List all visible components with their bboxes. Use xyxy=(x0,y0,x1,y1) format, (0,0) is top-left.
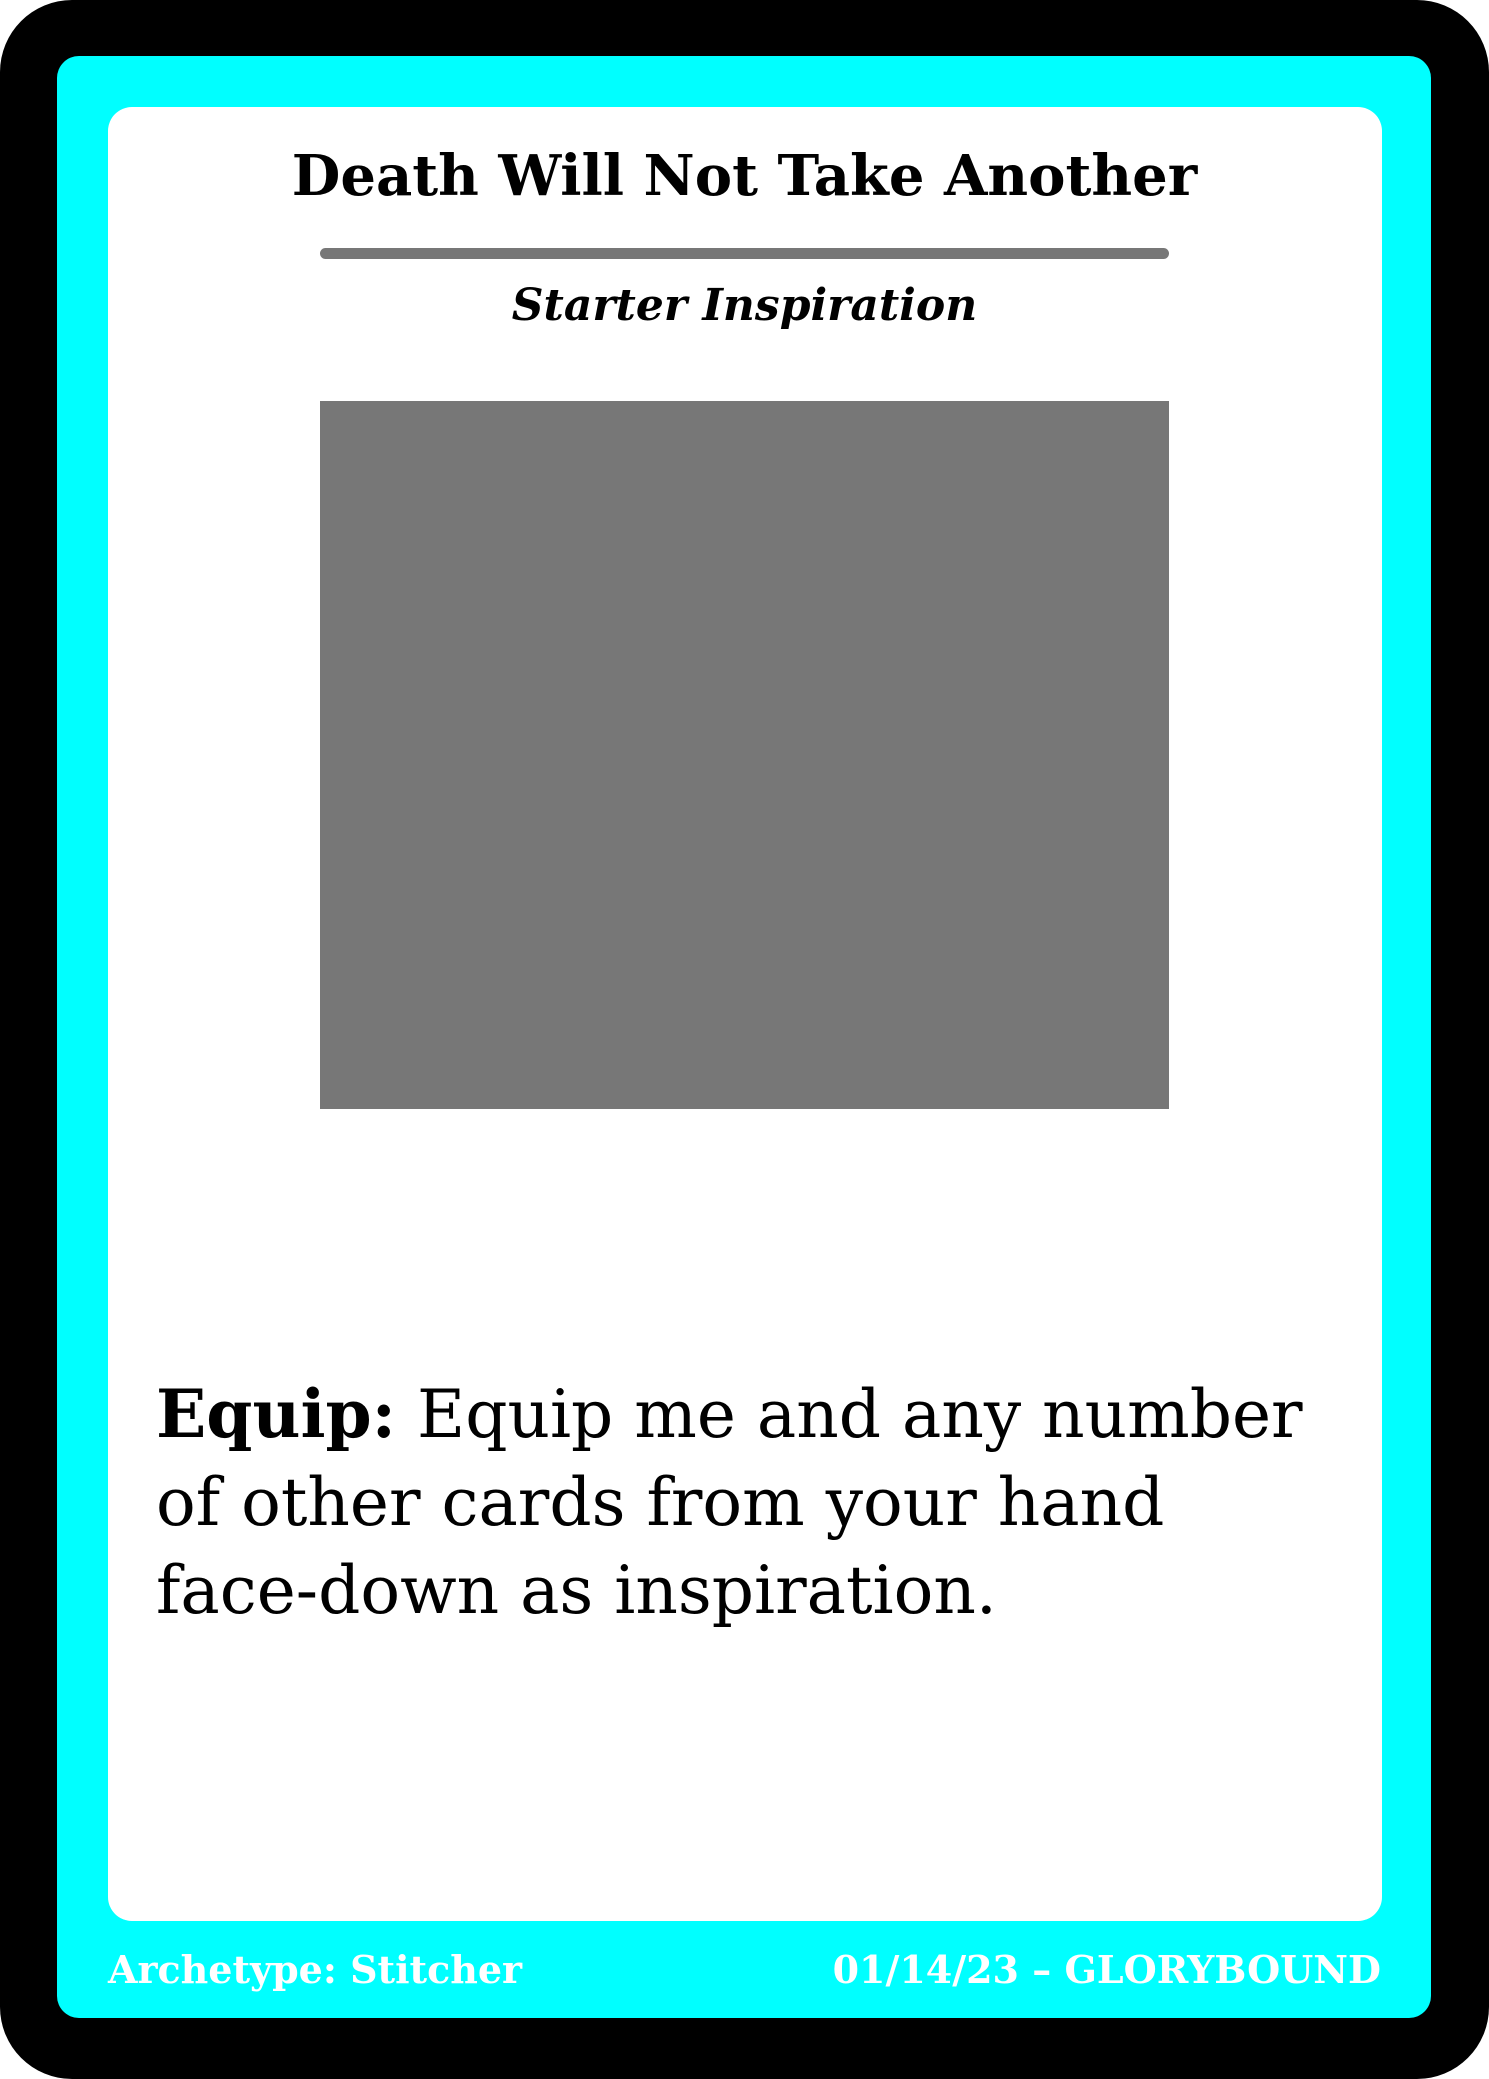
ability-keyword: Equip: xyxy=(156,1375,397,1453)
card-date-set: 01/14/23 – GLORYBOUND xyxy=(832,1947,1381,1992)
card-type-line: Starter Inspiration xyxy=(511,280,978,331)
card-rules-text: Equip: Equip me and any number of other … xyxy=(156,1370,1336,1635)
card-archetype: Archetype: Stitcher xyxy=(108,1947,523,1992)
title-divider xyxy=(320,248,1169,259)
card-art-placeholder xyxy=(320,401,1169,1109)
card-title: Death Will Not Take Another xyxy=(291,143,1198,209)
